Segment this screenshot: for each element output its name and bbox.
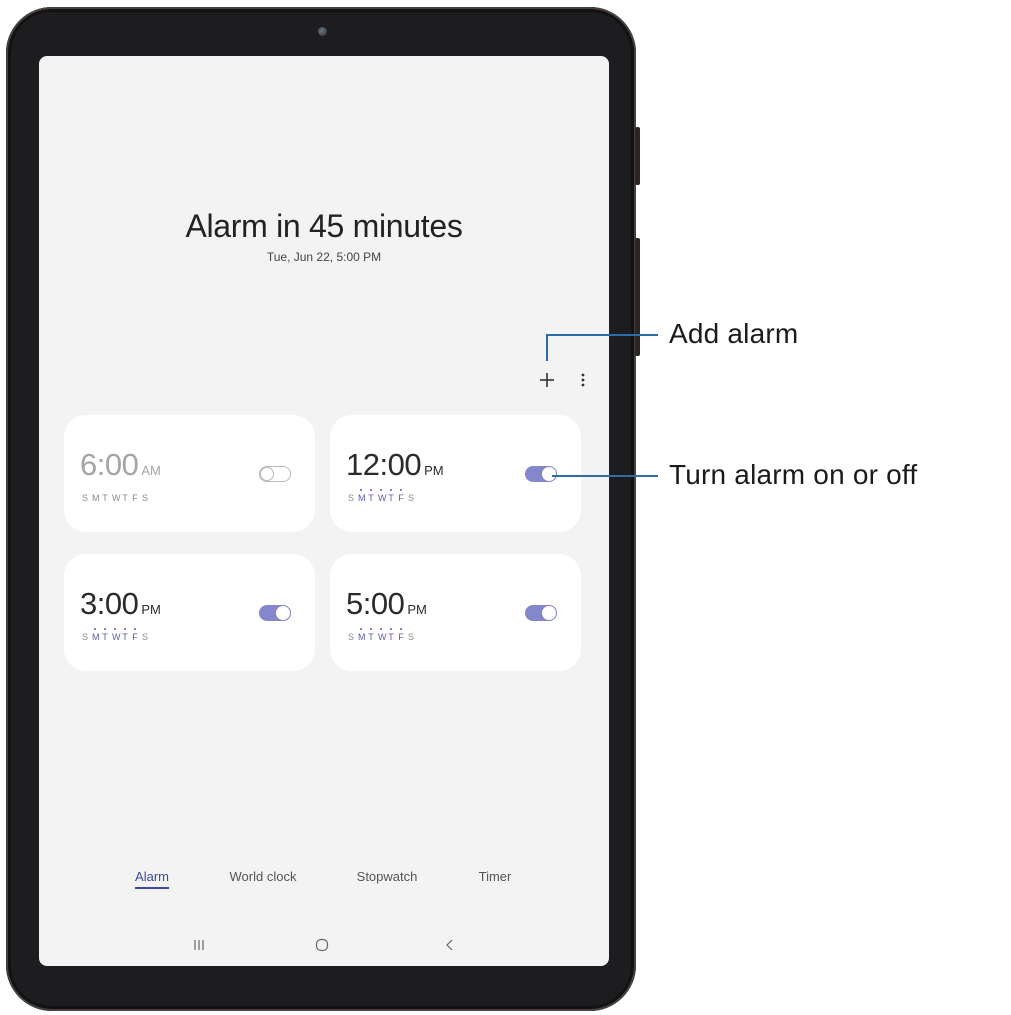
alarm-ampm: AM — [141, 463, 161, 478]
weekday-label: W — [378, 628, 387, 642]
tab-timer[interactable]: Timer — [479, 869, 512, 884]
weekday-label: S — [82, 493, 89, 503]
alarm-card[interactable]: 6:00 AM SMTWTFS — [64, 415, 315, 532]
alarm-repeat-days: SMTWTFS — [82, 493, 148, 503]
add-alarm-button[interactable] — [535, 368, 559, 392]
alarm-ampm: PM — [407, 602, 427, 617]
back-button[interactable] — [438, 934, 462, 956]
home-icon — [315, 938, 329, 952]
weekday-label: S — [408, 493, 415, 503]
weekday-label: S — [348, 632, 355, 642]
alarm-time: 5:00 PM — [346, 586, 427, 622]
alarm-ampm: PM — [141, 602, 161, 617]
alarm-toggle[interactable] — [259, 466, 291, 482]
weekday-label: T — [102, 628, 108, 642]
alarm-toggle[interactable] — [259, 605, 291, 621]
alarm-repeat-days: SMTWTFS — [348, 628, 415, 642]
alarm-ampm: PM — [424, 463, 444, 478]
next-alarm-datetime: Tue, Jun 22, 5:00 PM — [266, 250, 382, 264]
weekday-label: F — [398, 489, 404, 503]
home-button[interactable] — [310, 934, 334, 956]
power-button — [635, 238, 640, 356]
weekday-label: T — [388, 489, 394, 503]
alarm-toggle[interactable] — [525, 466, 557, 482]
volume-button — [635, 127, 640, 185]
weekday-label: M — [92, 628, 100, 642]
alarm-time-value: 6:00 — [80, 447, 139, 482]
alarm-time-value: 5:00 — [346, 586, 405, 621]
toggle-knob — [541, 466, 557, 482]
weekday-label: T — [388, 628, 394, 642]
weekday-label: S — [142, 632, 149, 642]
weekday-label: S — [82, 632, 89, 642]
toggle-callout: Turn alarm on or off — [669, 459, 918, 490]
weekday-label: M — [358, 489, 366, 503]
weekday-label: T — [368, 628, 374, 642]
add-alarm-callout-line — [546, 334, 658, 336]
alarm-repeat-days: SMTWTFS — [82, 628, 149, 642]
weekday-label: W — [112, 493, 121, 503]
weekday-label: W — [112, 628, 121, 642]
weekday-label: S — [142, 493, 149, 503]
alarm-time: 3:00 PM — [80, 586, 161, 622]
weekday-label: T — [122, 493, 128, 503]
alarm-time-value: 12:00 — [346, 447, 422, 482]
alarm-card[interactable]: 12:00 PM SMTWTFS — [330, 415, 581, 532]
weekday-label: F — [398, 628, 404, 642]
recents-button[interactable] — [187, 934, 211, 956]
alarm-time: 12:00 PM — [346, 447, 444, 483]
toggle-callout-line — [552, 475, 658, 477]
tab-alarm[interactable]: Alarm — [135, 869, 169, 889]
tab-world-clock[interactable]: World clock — [230, 869, 297, 884]
alarm-card[interactable]: 5:00 PM SMTWTFS — [330, 554, 581, 671]
add-alarm-callout: Add alarm — [669, 318, 799, 349]
next-alarm-title: Alarm in 45 minutes — [185, 208, 463, 244]
weekday-label: M — [92, 493, 100, 503]
weekday-label: S — [348, 493, 355, 503]
alarm-toggle[interactable] — [525, 605, 557, 621]
clock-app-screen: Alarm in 45 minutes Tue, Jun 22, 5:00 PM… — [39, 56, 609, 966]
more-options-button[interactable] — [575, 368, 591, 392]
back-icon — [446, 939, 453, 951]
weekday-label: T — [122, 628, 128, 642]
tab-stopwatch[interactable]: Stopwatch — [357, 869, 418, 884]
alarm-time-value: 3:00 — [80, 586, 139, 621]
weekday-label: M — [358, 628, 366, 642]
alarm-card[interactable]: 3:00 PM SMTWTFS — [64, 554, 315, 671]
weekday-label: T — [368, 489, 374, 503]
alarm-time: 6:00 AM — [80, 447, 161, 483]
toggle-knob — [541, 605, 557, 621]
alarm-repeat-days: SMTWTFS — [348, 489, 415, 503]
weekday-label: F — [132, 493, 138, 503]
toggle-knob — [275, 605, 291, 621]
toggle-knob — [260, 467, 274, 481]
weekday-label: W — [378, 489, 387, 503]
weekday-label: F — [132, 628, 138, 642]
recents-icon — [194, 940, 204, 950]
weekday-label: T — [102, 493, 108, 503]
more-vertical-icon — [581, 373, 585, 387]
front-camera — [318, 27, 327, 36]
add-alarm-callout-stem — [546, 334, 548, 361]
weekday-label: S — [408, 632, 415, 642]
plus-icon — [540, 373, 554, 387]
